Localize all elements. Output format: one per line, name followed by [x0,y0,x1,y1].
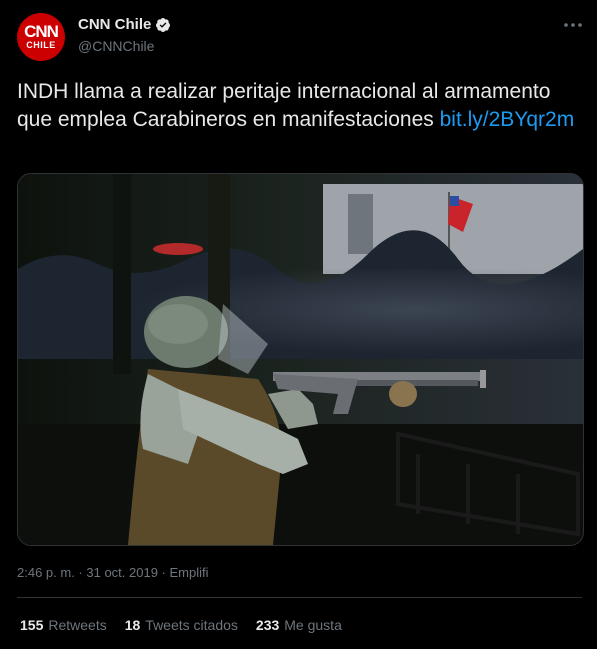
more-options-icon[interactable] [562,14,584,36]
avatar[interactable]: CNN CHILE [17,13,65,61]
retweets-label: Retweets [48,617,107,633]
tweet-date[interactable]: 31 oct. 2019 [86,565,158,580]
avatar-logo-text: CNN [24,22,59,41]
account-handle[interactable]: @CNNChile [78,38,154,54]
tweet-source[interactable]: Emplifi [170,565,209,580]
tweet-image[interactable] [17,173,584,546]
quotes-count: 18 [124,617,141,633]
tweet-text: INDH llama a realizar peritaje internaci… [17,78,577,134]
tweet-photo [18,174,583,545]
likes-count: 233 [255,617,280,633]
account-name[interactable]: CNN Chile [78,16,151,33]
tweet-meta: 2:46 p. m. · 31 oct. 2019 · Emplifi [17,565,209,580]
avatar-logo-subtext: CHILE [26,40,56,50]
quotes-label: Tweets citados [145,617,238,633]
meta-separator: · [74,565,87,580]
meta-separator: · [157,565,170,580]
retweets-stat[interactable]: 155 Retweets [20,617,107,633]
retweets-count: 155 [20,617,44,633]
verified-badge-icon [156,17,171,32]
quotes-stat[interactable]: 18 Tweets citados [125,617,238,633]
tweet-link[interactable]: bit.ly/2BYqr2m [440,108,575,131]
tweet-stats: 155 Retweets 18 Tweets citados 233 Me gusta [20,617,360,633]
likes-stat[interactable]: 233 Me gusta [256,617,342,633]
likes-label: Me gusta [284,617,342,633]
tweet-time[interactable]: 2:46 p. m. [17,565,75,580]
divider [17,597,582,598]
account-name-row[interactable]: CNN Chile [78,16,171,33]
